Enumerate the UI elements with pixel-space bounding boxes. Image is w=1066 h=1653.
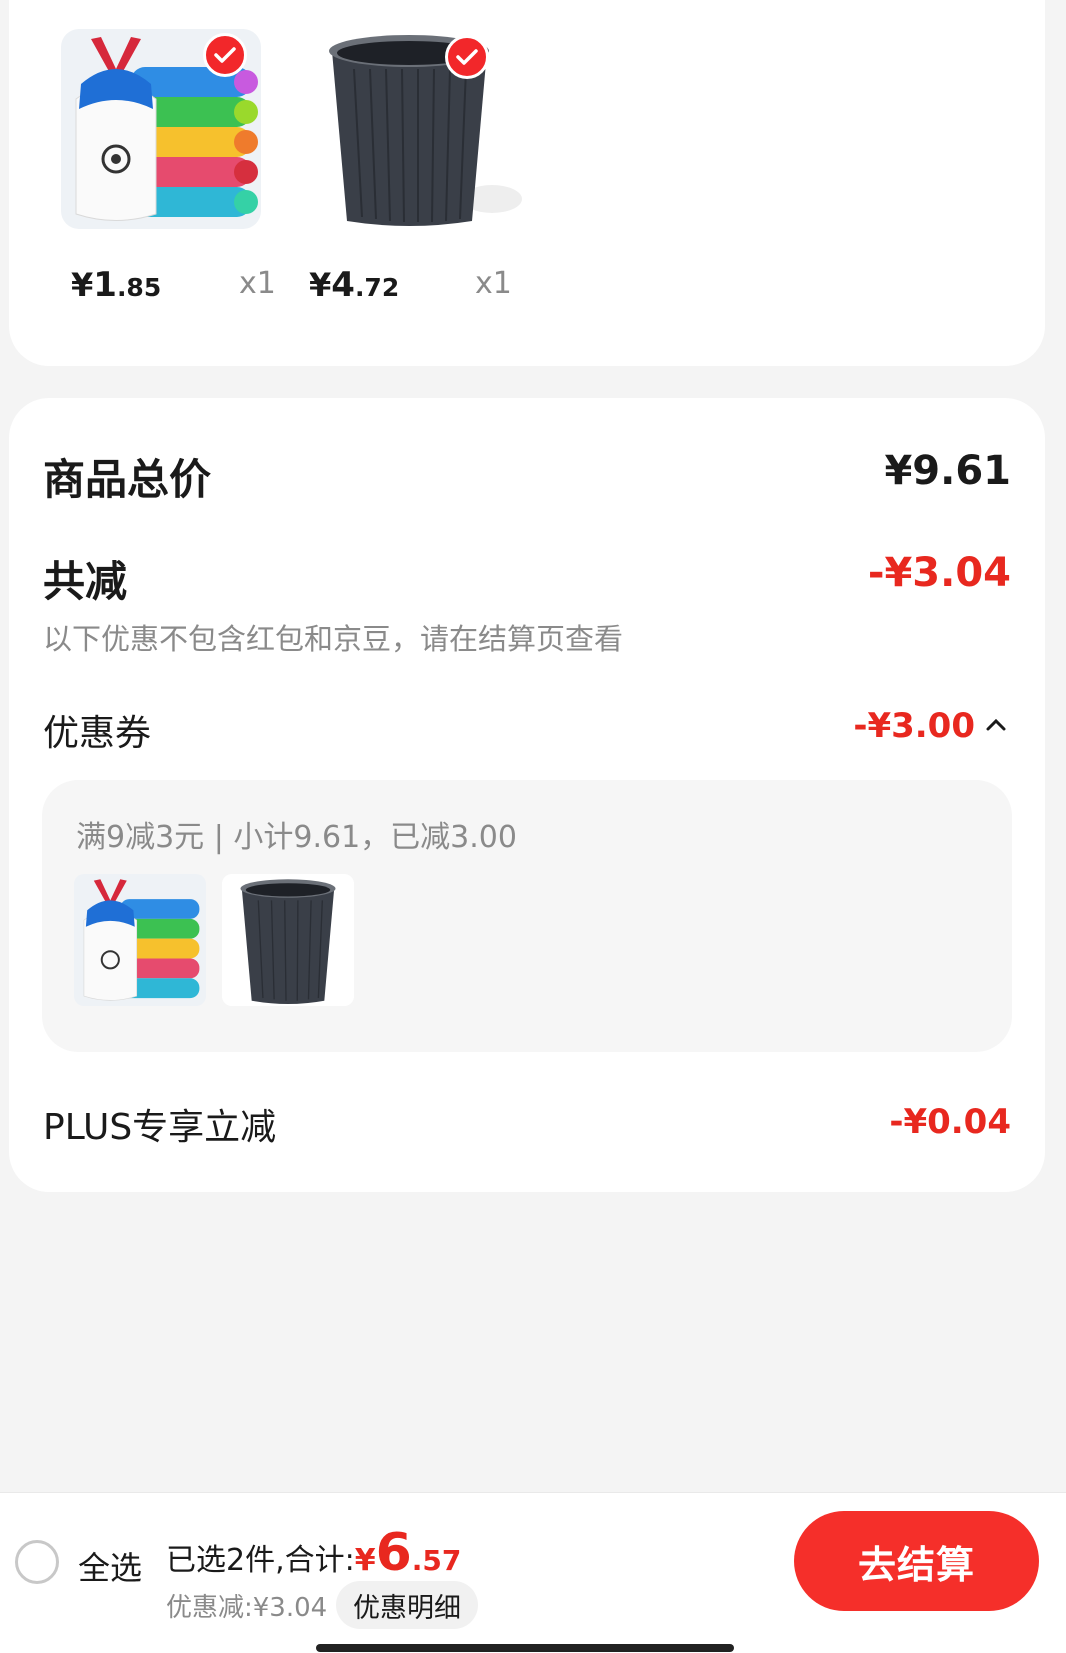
product-price: ¥1.85 [71,265,161,305]
selected-check-icon[interactable] [445,35,489,79]
price-integer: 1 [93,265,117,305]
total-decimal: .57 [411,1544,462,1577]
coupon-label: 优惠券 [43,713,152,754]
discount-note: 以下优惠不包含红包和京豆，请在结算页查看 [43,622,624,656]
total-reduction-label: 共减 [43,557,128,606]
total-integer: 6 [375,1523,412,1583]
price-integer: 4 [331,265,355,305]
product-price: ¥4.72 [309,265,399,305]
watermark-text: zhizhizhi.com [934,1629,1044,1648]
price-decimal: .85 [116,273,162,302]
product-quantity: x1 [239,266,276,301]
checkout-bar: 全选 已选2件,合计: ¥ 6 .57 优惠减:¥3.04 优惠明细 去结算 [0,1492,1066,1653]
selected-count-text: 已选2件,合计: [166,1543,355,1578]
total-price-label: 商品总价 [43,455,212,504]
total-price-value: ¥9.61 [884,448,1011,494]
garbage-bags-thumbnail [74,874,206,1006]
discount-amount-text: 优惠减:¥3.04 [166,1593,328,1623]
plus-discount-value: -¥0.04 [889,1102,1011,1142]
total-reduction-value: -¥3.04 [867,550,1011,596]
coupon-value: -¥3.00 [853,706,975,746]
trash-can-image[interactable] [322,29,522,229]
home-indicator[interactable] [316,1644,734,1652]
watermark: zhizhizhi.com [914,1566,1064,1650]
coupon-rule-text: 满9减3元 | 小计9.61，已减3.00 [76,820,517,855]
select-all-radio[interactable] [15,1540,59,1584]
discount-detail-button[interactable]: 优惠明细 [336,1581,478,1629]
select-all-label[interactable]: 全选 [78,1543,142,1589]
selected-check-icon[interactable] [203,33,247,77]
total-currency: ¥ [354,1543,376,1578]
coupon-toggle[interactable]: -¥3.00 [853,706,1007,746]
price-currency: ¥ [309,266,332,304]
price-decimal: .72 [354,273,400,302]
coupon-detail-box: 满9减3元 | 小计9.61，已减3.00 [42,780,1012,1052]
price-currency: ¥ [71,266,94,304]
plus-discount-label: PLUS专享立减 [43,1107,277,1148]
selected-products-card: ¥1.85 x1 ¥4.72 x1 [9,0,1045,366]
trash-can-thumbnail [222,874,354,1006]
product-quantity: x1 [475,266,512,301]
chevron-up-icon [985,717,1007,736]
total-summary: 已选2件,合计: ¥ 6 .57 [166,1523,461,1583]
price-summary-card: 商品总价 ¥9.61 共减 -¥3.04 以下优惠不包含红包和京豆，请在结算页查… [9,398,1045,1192]
